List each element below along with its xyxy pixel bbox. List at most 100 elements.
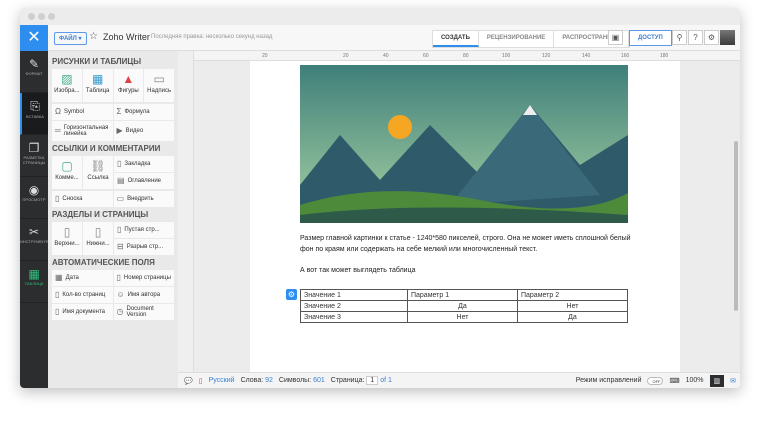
table-settings-icon[interactable]: ⚙ (286, 289, 297, 300)
language-selector[interactable]: Русский (209, 377, 235, 384)
table-cell[interactable]: Параметр 2 (516, 289, 629, 301)
paragraph[interactable]: Размер главной картинки к статье - 1240*… (300, 233, 640, 255)
app-window: ✕ ФАЙЛ ▾ ☆ Zoho Writer Последняя правка:… (20, 8, 740, 388)
insert-link-button[interactable]: ⛓ Ссылка (83, 156, 113, 189)
page-view-icon[interactable]: ▥ (709, 374, 725, 387)
table-cell[interactable]: Значение 3 (300, 311, 408, 323)
insert-video-button[interactable]: ▶ Видео (113, 121, 174, 141)
search-icon[interactable]: ⚲ (672, 30, 687, 45)
value: 601 (313, 377, 325, 384)
help-icon[interactable]: ? (688, 30, 703, 45)
insert-header-button[interactable]: ▯ Верхни... (52, 222, 82, 255)
table-row: Значение 3 Нет Да (300, 311, 629, 323)
tools-icon: ✂ (28, 225, 40, 239)
table-cell[interactable]: Да (406, 300, 518, 312)
keyboard-icon[interactable]: ⌨ (669, 377, 679, 385)
insert-formula-button[interactable]: Σ Формула (113, 104, 174, 120)
insert-doc-version-button[interactable]: ◷ Document Version (113, 304, 174, 320)
page-total: of 1 (380, 377, 392, 384)
share-button[interactable]: ДОСТУП (629, 30, 672, 46)
window-maximize-dot[interactable] (48, 13, 55, 20)
vertical-scrollbar[interactable] (734, 141, 738, 311)
sidebar-item-label: ФОРМАТ (25, 71, 43, 76)
landscape-image[interactable] (300, 65, 628, 223)
label: Закладка (124, 161, 151, 167)
sidebar-item-table[interactable]: ▦ ТАБЛИЦА (20, 261, 48, 303)
mail-icon[interactable]: ✉ (730, 377, 740, 385)
paragraph[interactable]: А вот так может выглядеть таблица (300, 265, 640, 276)
label: Внедрить (127, 196, 154, 202)
insert-footer-button[interactable]: ▯ Нижни... (83, 222, 113, 255)
bookmark-icon: ▯ (117, 159, 122, 168)
link-icon: ⛓ (90, 159, 106, 173)
page-input[interactable]: 1 (366, 376, 379, 385)
embed-icon: ▭ (116, 194, 125, 203)
table-cell[interactable]: Значение 2 (300, 300, 408, 312)
horizontal-ruler[interactable]: 20 20 40 60 80 100 120 140 160 180 (194, 51, 740, 61)
eye-icon: ◉ (28, 183, 40, 197)
insert-shapes-button[interactable]: ▲ Фигуры (113, 69, 144, 102)
label: Пустая стр... (124, 227, 160, 233)
sidebar-item-tools[interactable]: ✂ ИНСТРУМЕНТЫ (20, 219, 51, 261)
insert-page-number-button[interactable]: ▯ Номер страницы (113, 270, 174, 286)
insert-textbox-button[interactable]: ▭ Надпись (144, 69, 174, 102)
insert-footnote-button[interactable]: ▯ Сноска (52, 191, 113, 207)
table-icon: ▦ (28, 267, 40, 281)
label: Комме... (55, 175, 79, 181)
insert-embed-button[interactable]: ▭ Внедрить (113, 191, 174, 207)
insert-page-count-button[interactable]: ▯ Кол-во страниц (52, 287, 113, 303)
header-icon: ▯ (63, 225, 71, 239)
table-cell[interactable]: Нет (516, 300, 629, 312)
window-minimize-dot[interactable] (38, 13, 45, 20)
insert-bookmark-button[interactable]: ▯ Закладка (114, 156, 174, 172)
insert-blank-page-button[interactable]: ▯ Пустая стр... (114, 222, 174, 238)
sidebar-item-layout[interactable]: ❐ РАЗМЕТКА СТРАНИЦЫ (20, 135, 48, 177)
label: Нижни... (86, 241, 110, 247)
char-count: Символы: 601 (279, 377, 325, 384)
tab-create[interactable]: СОЗДАТЬ (433, 31, 479, 47)
file-menu-button[interactable]: ФАЙЛ ▾ (54, 32, 87, 45)
sigma-icon: Σ (116, 107, 122, 116)
insert-toc-button[interactable]: ▤ Оглавление (114, 173, 174, 189)
insert-symbol-button[interactable]: Ω Symbol (52, 104, 113, 120)
ruler-tick: 20 (262, 53, 268, 59)
document-table[interactable]: Значение 1 Параметр 1 Параметр 2 Значение … (300, 289, 629, 323)
star-icon[interactable]: ☆ (89, 31, 98, 42)
user-icon: ☺ (116, 290, 125, 299)
insert-comment-button[interactable]: ▢ Комме... (52, 156, 82, 189)
comment-icon[interactable]: 💬 (184, 377, 193, 385)
insert-image-button[interactable]: ▨ Изобра... (52, 69, 82, 102)
insert-date-button[interactable]: ▦ Дата (52, 270, 113, 286)
zoom-level[interactable]: 100% (686, 377, 704, 384)
gear-icon[interactable]: ⚙ (704, 30, 719, 45)
insert-page-break-button[interactable]: ⊟ Разрыв стр... (114, 239, 174, 255)
ruler-tick: 120 (542, 53, 551, 59)
sidebar-item-format[interactable]: ✎ ФОРМАТ (20, 51, 48, 93)
table-row: Значение 2 Да Нет (300, 300, 629, 312)
spellcheck-icon[interactable]: ▯ (199, 377, 203, 385)
insert-author-button[interactable]: ☺ Имя автора (113, 287, 174, 303)
window-close-dot[interactable] (28, 13, 35, 20)
sidebar-item-label: ТАБЛИЦА (24, 281, 44, 286)
present-icon[interactable]: ▣ (608, 30, 623, 45)
close-icon[interactable]: ✕ (20, 25, 48, 51)
table-cell[interactable]: Параметр 1 (406, 289, 518, 301)
insert-hr-button[interactable]: ═ Горизонтальная линейка (52, 121, 113, 141)
insert-doc-name-button[interactable]: ▯ Имя документа (52, 304, 113, 320)
tab-review[interactable]: РЕЦЕНЗИРОВАНИЕ (479, 31, 555, 47)
table-cell[interactable]: Да (516, 311, 629, 323)
document-page[interactable]: Размер главной картинки к статье - 1240*… (250, 61, 680, 372)
table-cell[interactable]: Значение 1 (300, 289, 408, 301)
layout-icon: ❐ (28, 141, 40, 155)
label: Изобра... (54, 88, 80, 94)
ruler-tick: 100 (502, 53, 511, 59)
table-cell[interactable]: Нет (406, 311, 518, 323)
insert-panel: РИСУНКИ И ТАБЛИЦЫ ▨ Изобра... ▦ Таблица ▲ Ф… (48, 51, 178, 388)
track-changes-toggle[interactable]: OFF (647, 376, 664, 385)
sidebar-item-view[interactable]: ◉ ПРОСМОТР (20, 177, 48, 219)
avatar[interactable] (720, 30, 735, 45)
label: Надпись (147, 88, 172, 94)
footer-icon: ▯ (94, 225, 102, 239)
insert-table-button[interactable]: ▦ Таблица (82, 69, 113, 102)
sidebar-item-insert[interactable]: ⎘ ВСТАВКА (20, 93, 48, 135)
